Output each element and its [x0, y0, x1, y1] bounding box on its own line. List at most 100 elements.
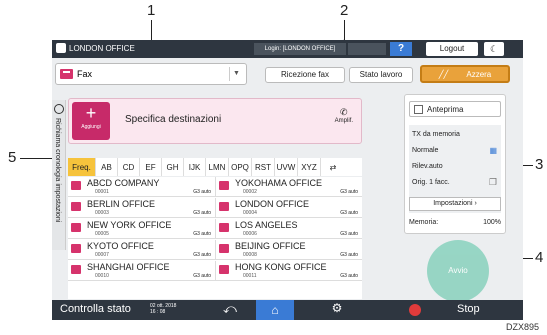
stop-button[interactable]: Stop: [457, 303, 480, 315]
list-item[interactable]: BEIJING OFFICE 00008 G3 auto: [215, 240, 362, 260]
list-item[interactable]: HONG KONG OFFICE 00011 G3 auto: [215, 261, 362, 281]
list-item[interactable]: LOS ANGELES 00006 G3 auto: [215, 219, 362, 239]
fax-icon: [60, 69, 73, 79]
document-code: DZX895: [506, 322, 540, 332]
dest-mode: G3 auto: [340, 273, 358, 279]
reset-button[interactable]: ╱╱ Azzera: [420, 65, 510, 83]
settings-label: Impostazioni: [433, 200, 473, 207]
tab-lmn[interactable]: LMN: [206, 158, 229, 176]
tab-ab[interactable]: AB: [96, 158, 118, 176]
phone-icon: ✆: [340, 107, 348, 117]
fax-icon: [219, 223, 229, 232]
tab-ijk[interactable]: IJK: [184, 158, 206, 176]
preview-label: Anteprima: [427, 104, 464, 114]
tab-rst[interactable]: RST: [252, 158, 275, 176]
check-status-button[interactable]: Controlla stato: [60, 303, 131, 315]
list-item[interactable]: BERLIN OFFICE 00003 G3 auto: [68, 198, 215, 218]
add-destination-button[interactable]: + Aggiungi: [72, 102, 110, 140]
stop-icon: [409, 304, 421, 316]
bottom-bar: Controlla stato 02 ott. 2018 16 : 08 ⤺ ⌂…: [52, 300, 523, 320]
user-indicator: LONDON OFFICE: [56, 43, 135, 53]
home-icon[interactable]: ⌂: [256, 300, 294, 320]
moon-icon[interactable]: ☾: [484, 42, 504, 56]
dest-name: KYOTO OFFICE: [87, 241, 154, 251]
login-status: Login: [LONDON OFFICE]: [254, 43, 346, 55]
fax-icon: [71, 265, 81, 274]
amplify-button[interactable]: ✆ Amplif.: [335, 107, 353, 124]
settings-button[interactable]: Impostazioni ›: [409, 197, 501, 211]
tab-uvw[interactable]: UVW: [275, 158, 298, 176]
fax-icon: [71, 223, 81, 232]
dest-name: NEW YORK OFFICE: [87, 220, 172, 230]
dest-number: 00011: [243, 273, 257, 279]
callout-3: 3: [535, 156, 544, 173]
original-icon: ❐: [488, 177, 497, 187]
fax-reception-button[interactable]: Ricezione fax: [265, 67, 345, 83]
info-field: [348, 43, 386, 55]
list-item[interactable]: YOKOHAMA OFFICE 00002 G3 auto: [215, 177, 362, 197]
tab-ef[interactable]: EF: [140, 158, 162, 176]
dest-number: 00003: [95, 210, 109, 216]
top-bar: LONDON OFFICE Login: [LONDON OFFICE] ? L…: [52, 40, 523, 58]
reset-icon: ╱╱: [438, 69, 449, 79]
device-screen: LONDON OFFICE Login: [LONDON OFFICE] ? L…: [52, 40, 523, 320]
history-side-tab[interactable]: Richiama cronologia impostazioni: [52, 100, 66, 250]
clock-icon: [54, 104, 64, 114]
reset-label: Azzera: [466, 69, 492, 79]
memory-value: 100%: [483, 219, 501, 226]
list-item[interactable]: KYOTO OFFICE 00007 G3 auto: [68, 240, 215, 260]
tab-gh[interactable]: GH: [162, 158, 184, 176]
list-item[interactable]: NEW YORK OFFICE 00005 G3 auto: [68, 219, 215, 239]
dest-number: 00001: [95, 189, 109, 195]
dest-number: 00002: [243, 189, 257, 195]
list-item[interactable]: SHANGHAI OFFICE 00010 G3 auto: [68, 261, 215, 281]
fax-icon: [219, 181, 229, 190]
callout-line-5: [20, 158, 52, 159]
fax-icon: [71, 202, 81, 211]
resolution-label: Normale: [412, 147, 439, 154]
callout-2: 2: [340, 2, 349, 19]
memory-label: Memoria:: [409, 219, 439, 226]
list-item[interactable]: ABCD COMPANY 00001 G3 auto: [68, 177, 215, 197]
tab-xyz[interactable]: XYZ: [298, 158, 321, 176]
address-tabs: Freq. AB CD EF GH IJK LMN OPQ RST UVW XY…: [68, 158, 362, 176]
function-select-value: Fax: [77, 69, 93, 79]
dest-mode: G3 auto: [340, 231, 358, 237]
tx-memory-label: TX da memoria: [412, 131, 460, 138]
list-item[interactable]: LONDON OFFICE 00004 G3 auto: [215, 198, 362, 218]
date-time: 02 ott. 2018 16 : 08: [150, 303, 176, 315]
start-button[interactable]: Avvio: [427, 240, 489, 302]
dest-name: BERLIN OFFICE: [87, 199, 156, 209]
gear-icon[interactable]: ⚙: [322, 301, 352, 319]
dest-mode: G3 auto: [193, 252, 211, 258]
dest-name: HONG KONG OFFICE: [235, 262, 327, 272]
dest-number: 00010: [95, 273, 109, 279]
back-icon[interactable]: ⤺: [210, 301, 250, 319]
dest-name: BEIJING OFFICE: [235, 241, 306, 251]
dest-name: ABCD COMPANY: [87, 178, 160, 188]
tab-cd[interactable]: CD: [118, 158, 140, 176]
orig-face-label: Orig. 1 facc.: [412, 179, 450, 186]
settings-panel: Anteprima TX da memoria Normale ▦ Rilev.…: [404, 94, 506, 234]
dest-mode: G3 auto: [340, 252, 358, 258]
dest-mode: G3 auto: [193, 273, 211, 279]
dest-number: 00008: [243, 252, 257, 258]
dest-name: YOKOHAMA OFFICE: [235, 178, 323, 188]
dest-number: 00007: [95, 252, 109, 258]
help-button[interactable]: ?: [390, 42, 412, 56]
tab-opq[interactable]: OPQ: [229, 158, 252, 176]
logout-button[interactable]: Logout: [426, 42, 478, 56]
job-status-button[interactable]: Stato lavoro: [349, 67, 413, 83]
dest-mode: G3 auto: [193, 210, 211, 216]
dest-name: LOS ANGELES: [235, 220, 298, 230]
dest-name: SHANGHAI OFFICE: [87, 262, 170, 272]
fax-icon: [71, 244, 81, 253]
function-select[interactable]: Fax ▼: [55, 63, 247, 85]
preview-checkbox[interactable]: Anteprima: [409, 101, 501, 117]
fax-icon: [219, 265, 229, 274]
swap-icon[interactable]: ⇄: [321, 158, 345, 176]
detect-auto-label: Rilev.auto: [412, 163, 443, 170]
callout-5: 5: [8, 149, 17, 166]
tab-freq[interactable]: Freq.: [68, 158, 96, 176]
memory-status: Memoria: 100%: [409, 219, 501, 226]
